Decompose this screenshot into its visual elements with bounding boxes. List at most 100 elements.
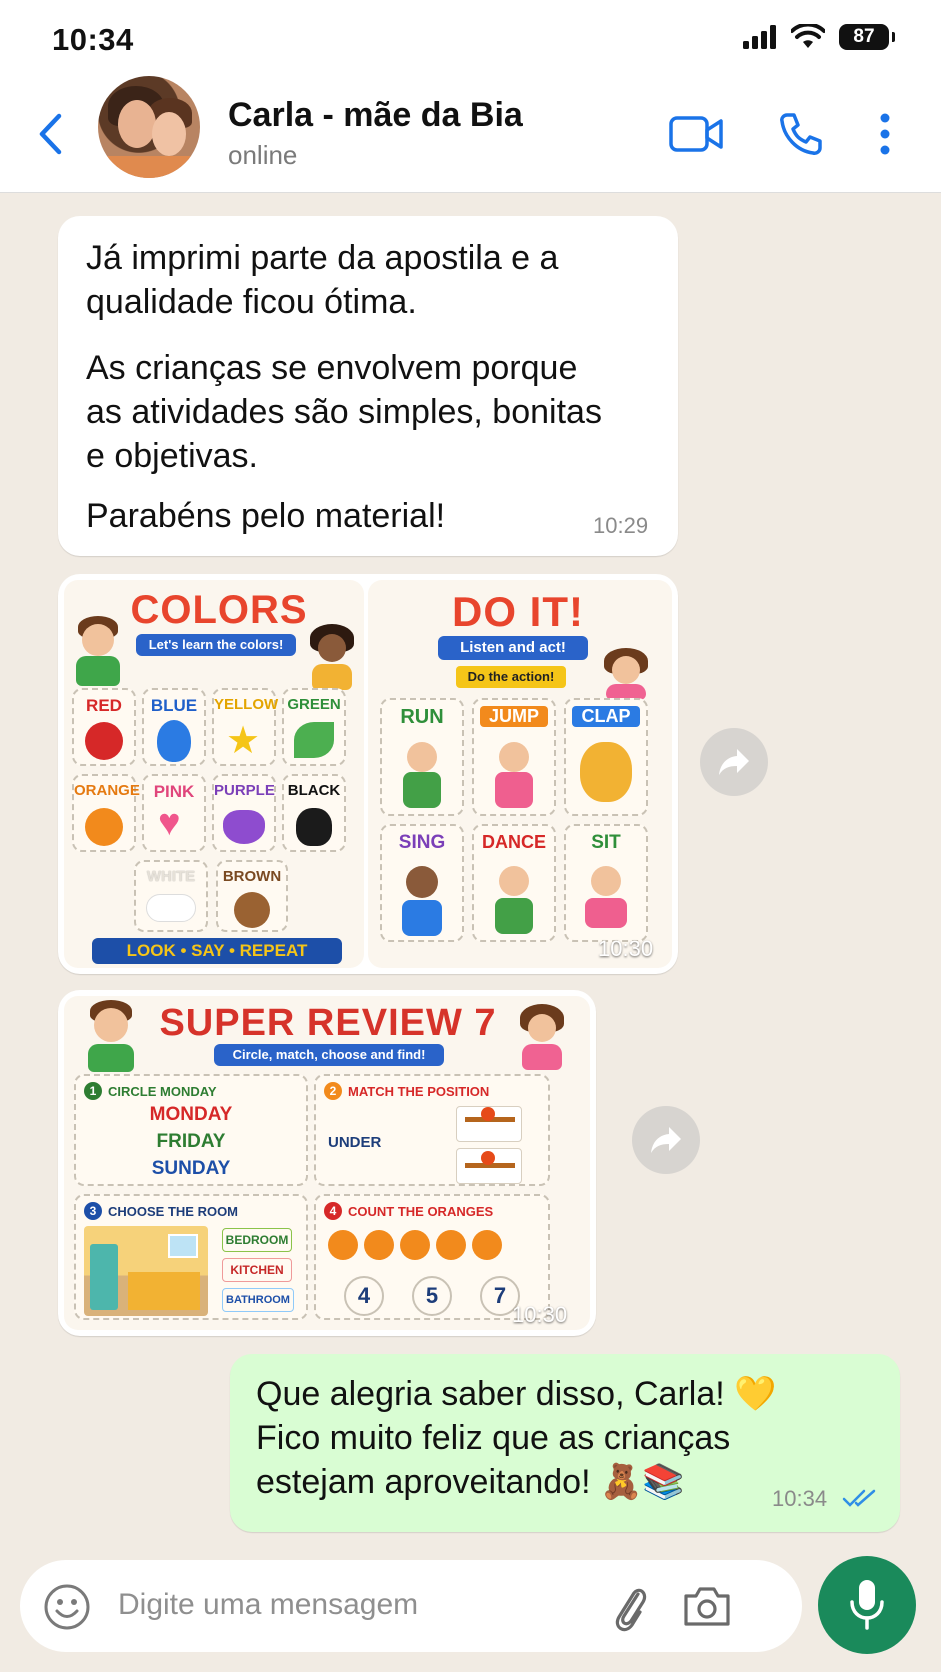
- message-paragraph: As crianças se envolvem porque as ativid…: [86, 349, 602, 475]
- super-review-worksheet-image[interactable]: SUPER REVIEW 7 Circle, match, choose and…: [64, 996, 590, 1330]
- room-option: BATHROOM: [222, 1288, 294, 1312]
- section-label: CHOOSE THE ROOM: [108, 1203, 239, 1219]
- camera-button[interactable]: [682, 1584, 732, 1630]
- message-line: estejam aproveitando! 🧸📚: [256, 1463, 685, 1501]
- back-button[interactable]: [30, 106, 70, 162]
- voice-message-button[interactable]: [818, 1556, 916, 1654]
- forward-icon: [719, 749, 749, 775]
- girl-illustration: [304, 624, 360, 690]
- status-time: 10:34: [52, 22, 134, 57]
- colors-worksheet-image[interactable]: COLORS Let's learn the colors! RED BLUE: [64, 580, 364, 968]
- count-option: 4: [344, 1276, 384, 1316]
- camera-icon: [684, 1587, 730, 1626]
- color-tile-purple: PURPLE: [212, 774, 276, 852]
- room-option: BEDROOM: [222, 1228, 292, 1252]
- star-icon: ★: [226, 720, 261, 762]
- color-tile-white: WHITE: [134, 860, 208, 932]
- day-word: FRIDAY: [156, 1131, 226, 1152]
- contact-name[interactable]: Carla - mãe da Bia: [228, 96, 523, 135]
- emoji-icon: [44, 1584, 90, 1630]
- paperclip-icon: [615, 1588, 647, 1632]
- forward-button[interactable]: [700, 728, 768, 796]
- color-tile-yellow: YELLOW ★: [212, 688, 278, 766]
- microphone-icon: [850, 1580, 884, 1630]
- room-option: KITCHEN: [222, 1258, 292, 1282]
- boy-illustration: [80, 1000, 142, 1072]
- message-time: 10:29: [593, 513, 649, 538]
- action-tile-run: RUN: [380, 698, 464, 816]
- position-word: UNDER: [328, 1134, 382, 1151]
- do-it-title: DO IT!: [452, 588, 584, 635]
- color-tile-orange: ORANGE: [72, 774, 140, 852]
- colors-title: COLORS: [130, 588, 308, 632]
- chat-header: Carla - mãe da Bia online: [0, 76, 941, 193]
- video-call-button[interactable]: [668, 106, 726, 162]
- incoming-message[interactable]: Já imprimi parte da apostila e a qualida…: [58, 216, 678, 556]
- action-tile-dance: DANCE: [472, 824, 556, 942]
- message-paragraph: Parabéns pelo material!: [86, 497, 446, 535]
- action-tile-sing: SING: [380, 824, 464, 942]
- color-tile-green: GREEN: [282, 688, 346, 766]
- forward-button[interactable]: [632, 1106, 700, 1174]
- avatar[interactable]: [98, 76, 200, 178]
- color-tile-brown: BROWN: [216, 860, 288, 932]
- more-options-button[interactable]: [872, 106, 898, 162]
- section-number: 2: [324, 1082, 342, 1100]
- action-tile-jump: JUMP: [472, 698, 556, 816]
- more-icon: [880, 113, 890, 155]
- day-word: SUNDAY: [151, 1158, 231, 1179]
- table-ball-under: [456, 1148, 522, 1184]
- incoming-image-message[interactable]: COLORS Let's learn the colors! RED BLUE: [58, 574, 678, 974]
- do-it-subtitle: Listen and act!: [438, 636, 588, 660]
- kitchen-picture: [84, 1226, 208, 1316]
- color-tile-pink: PINK ♥: [142, 774, 206, 852]
- section-label: CIRCLE MONDAY: [108, 1083, 217, 1099]
- message-input-placeholder: Digite uma mensagem: [118, 1588, 419, 1621]
- incoming-image-message[interactable]: SUPER REVIEW 7 Circle, match, choose and…: [58, 990, 596, 1336]
- read-receipt-icon: [842, 1489, 876, 1507]
- message-paragraph: Já imprimi parte da apostila e a qualida…: [86, 239, 559, 321]
- phone-icon: [780, 113, 822, 155]
- message-input-field[interactable]: Digite uma mensagem: [20, 1560, 802, 1652]
- emoji-button[interactable]: [42, 1582, 92, 1632]
- section-number: 4: [324, 1202, 342, 1220]
- heart-icon: ♥: [158, 802, 181, 844]
- section-choose-room: 3 CHOOSE THE ROOM BEDROOM KITCHEN BATHRO…: [74, 1194, 308, 1320]
- status-icons: 87: [743, 24, 895, 50]
- message-line: Fico muito feliz que as crianças: [256, 1419, 731, 1457]
- section-number: 3: [84, 1202, 102, 1220]
- message-time: 10:34: [772, 1486, 828, 1511]
- color-tile-black: BLACK: [282, 774, 346, 852]
- oranges-row: [328, 1230, 502, 1260]
- outgoing-message[interactable]: Que alegria saber disso, Carla! 💛 Fico m…: [230, 1354, 900, 1532]
- color-tile-blue: BLUE: [142, 688, 206, 766]
- forward-icon: [651, 1127, 681, 1153]
- color-tile-red: RED: [72, 688, 136, 766]
- day-word: MONDAY: [149, 1104, 233, 1125]
- attach-button[interactable]: [610, 1580, 650, 1634]
- back-icon: [39, 113, 62, 155]
- girl-illustration: [512, 1004, 572, 1072]
- colors-footer: LOOK • SAY • REPEAT: [92, 938, 342, 964]
- section-label: COUNT THE ORANGES: [348, 1203, 494, 1219]
- action-tile-sit: SIT: [564, 824, 648, 942]
- colors-subtitle: Let's learn the colors!: [136, 634, 296, 656]
- message-line: Que alegria saber disso, Carla! 💛: [256, 1375, 777, 1413]
- do-it-tag: Do the action!: [456, 666, 566, 688]
- section-circle-monday: 1 CIRCLE MONDAY MONDAY FRIDAY SUNDAY: [74, 1074, 308, 1186]
- message-time: 10:30: [512, 1302, 568, 1327]
- review-title: SUPER REVIEW 7: [159, 1002, 497, 1044]
- action-tile-clap: CLAP: [564, 698, 648, 816]
- section-number: 1: [84, 1082, 102, 1100]
- contact-status: online: [228, 140, 298, 170]
- status-bar: 10:34 87: [0, 0, 941, 80]
- do-it-worksheet-image[interactable]: DO IT! Listen and act! Do the action! RU…: [368, 580, 672, 968]
- wifi-icon: [791, 24, 825, 48]
- message-composer: Digite uma mensagem: [0, 1554, 941, 1672]
- chat-area[interactable]: Já imprimi parte da apostila e a qualida…: [0, 194, 941, 1554]
- section-match-position: 2 MATCH THE POSITION UNDER: [314, 1074, 550, 1186]
- signal-icon: [743, 25, 776, 49]
- video-call-icon: [669, 116, 723, 152]
- section-label: MATCH THE POSITION: [348, 1083, 490, 1099]
- phone-call-button[interactable]: [775, 106, 825, 162]
